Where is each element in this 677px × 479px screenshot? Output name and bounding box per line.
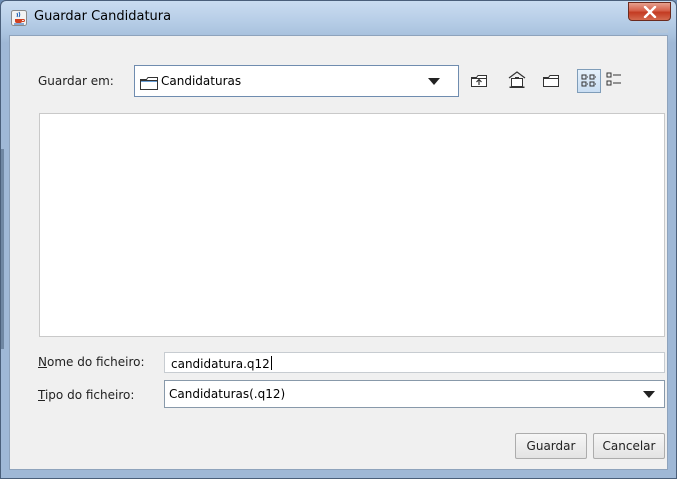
new-folder-button[interactable] (540, 70, 562, 92)
close-icon (643, 6, 657, 18)
file-name-value: candidatura.q12 (171, 357, 270, 371)
file-name-input[interactable]: candidatura.q12 (164, 352, 665, 373)
cancel-button[interactable]: Cancelar (593, 433, 665, 459)
save-dialog-window: Guardar Candidatura Guardar em: Candidat… (0, 0, 677, 479)
home-icon (508, 71, 526, 88)
folder-icon (140, 75, 158, 94)
file-name-label: Nome do ficheiro: (38, 355, 145, 369)
list-view-icon (581, 74, 596, 87)
dialog-body: Guardar em: Candidaturas Nome do ficheir… (9, 35, 668, 470)
titlebar-decoration (638, 29, 668, 33)
close-button[interactable] (628, 2, 671, 21)
title-bar[interactable]: Guardar Candidatura (1, 1, 676, 35)
file-type-combobox[interactable]: Candidaturas(.q12) (164, 380, 665, 408)
details-view-icon (606, 72, 621, 86)
look-in-label: Guardar em: (38, 74, 114, 88)
java-cup-icon (11, 10, 27, 26)
look-in-value: Candidaturas (161, 74, 242, 88)
text-caret (270, 356, 272, 370)
new-folder-icon (543, 75, 559, 87)
up-one-level-icon (471, 75, 487, 87)
file-type-value: Candidaturas(.q12) (169, 387, 286, 401)
up-one-level-button[interactable] (468, 70, 490, 92)
look-in-combobox[interactable]: Candidaturas (134, 65, 459, 97)
home-button[interactable] (506, 69, 528, 91)
save-button[interactable]: Guardar (515, 433, 587, 459)
list-view-toggle[interactable] (577, 69, 601, 93)
file-type-label: Tipo do ficheiro: (38, 388, 135, 402)
chevron-down-icon[interactable] (643, 391, 655, 398)
chevron-down-icon[interactable] (428, 78, 440, 85)
window-edge (1, 149, 4, 349)
window-title: Guardar Candidatura (34, 9, 172, 24)
file-list[interactable] (39, 113, 665, 337)
details-view-toggle[interactable] (603, 69, 627, 93)
